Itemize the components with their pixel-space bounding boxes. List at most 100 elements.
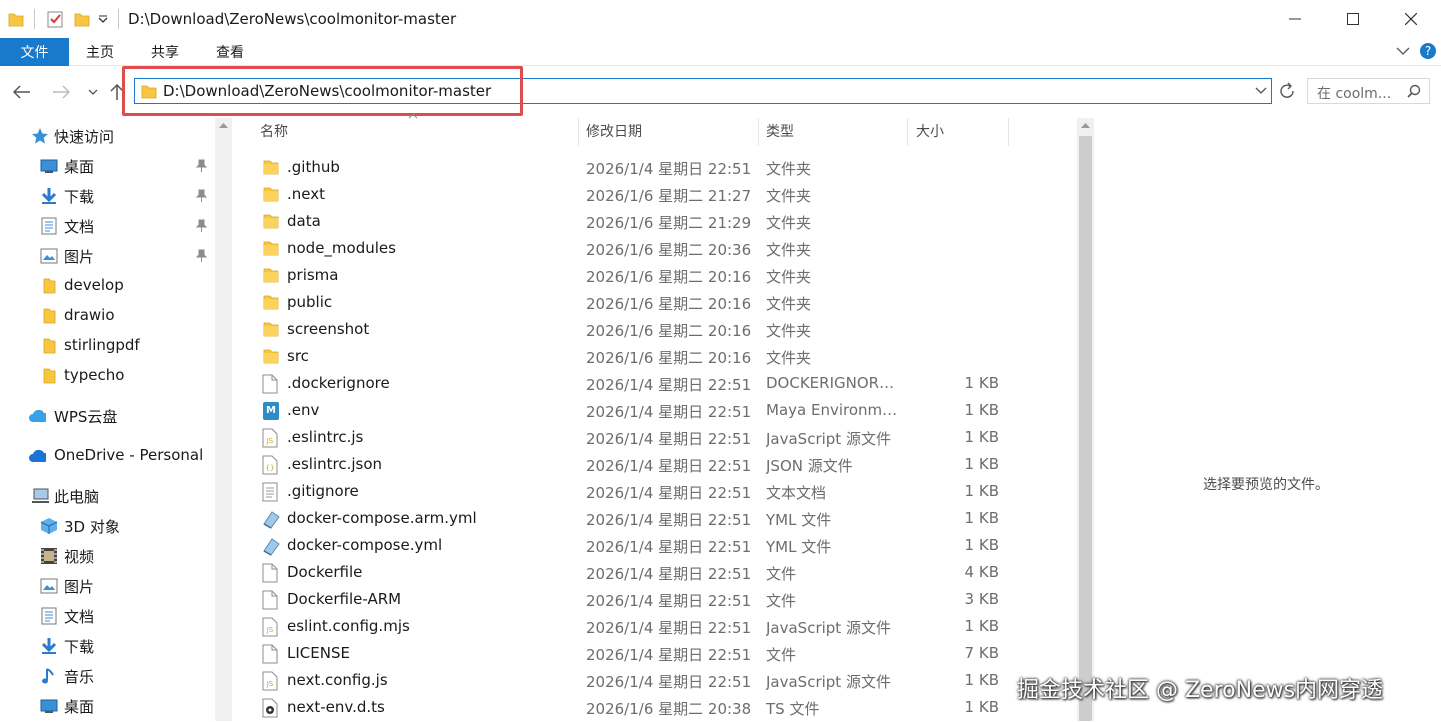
sidebar-item-videos[interactable]: 视频 <box>0 542 215 570</box>
sidebar-item-typecho[interactable]: typecho <box>0 362 215 390</box>
column-divider[interactable] <box>758 118 759 146</box>
file-type: JavaScript 源文件 <box>766 673 891 691</box>
address-highlight-box <box>122 66 523 116</box>
column-divider[interactable] <box>578 118 579 146</box>
file-row[interactable]: src 2026/1/6 星期二 20:16 文件夹 <box>232 343 1077 370</box>
sidebar-item-label: 文档 <box>64 608 95 626</box>
file-date: 2026/1/6 星期二 20:16 <box>586 295 752 313</box>
minimize-button[interactable] <box>1265 0 1325 38</box>
refresh-button[interactable] <box>1276 80 1298 102</box>
file-row[interactable]: public 2026/1/6 星期二 20:16 文件夹 <box>232 289 1077 316</box>
file-type: 文件夹 <box>766 241 812 259</box>
file-row[interactable]: .next 2026/1/6 星期二 21:27 文件夹 <box>232 181 1077 208</box>
file-name: public <box>287 293 333 311</box>
file-row[interactable]: .github 2026/1/4 星期日 22:51 文件夹 <box>232 154 1077 181</box>
file-row[interactable]: M .env 2026/1/4 星期日 22:51 Maya Environme...… <box>232 397 1077 424</box>
sidebar-item-label: 3D 对象 <box>64 518 120 536</box>
chevron-down-icon[interactable] <box>1255 86 1267 96</box>
file-name: Dockerfile <box>287 563 363 581</box>
file-row[interactable]: next-env.d.ts 2026/1/6 星期二 20:38 TS 文件 1 KB <box>232 694 1077 721</box>
file-row[interactable]: .gitignore 2026/1/4 星期日 22:51 文本文档 1 KB <box>232 478 1077 505</box>
sort-arrow-icon <box>408 113 418 119</box>
column-header-date[interactable]: 修改日期 <box>586 118 642 144</box>
pin-icon[interactable] <box>195 219 208 233</box>
file-row[interactable]: docker-compose.yml 2026/1/4 星期日 22:51 YML … <box>232 532 1077 559</box>
file-type: 文件夹 <box>766 214 812 232</box>
file-row[interactable]: JS next.config.js 2026/1/4 星期日 22:51 JavaSc… <box>232 667 1077 694</box>
file-list-scrollbar[interactable] <box>1077 118 1094 721</box>
file-row[interactable]: {} .eslintrc.json 2026/1/4 星期日 22:51 JSON 源… <box>232 451 1077 478</box>
sidebar-scrollbar[interactable] <box>215 118 232 721</box>
file-type: Maya Environme... <box>766 401 902 419</box>
back-button[interactable] <box>11 81 33 103</box>
new-folder-icon[interactable] <box>74 10 90 28</box>
sidebar-item-music[interactable]: 音乐 <box>0 662 215 690</box>
sidebar-item-pictures[interactable]: 图片 <box>0 242 215 270</box>
tab-file[interactable]: 文件 <box>0 38 69 66</box>
file-row[interactable]: .dockerignore 2026/1/4 星期日 22:51 DOCKERIGN… <box>232 370 1077 397</box>
ts-file-icon <box>262 698 280 718</box>
sidebar-item-drawio[interactable]: drawio <box>0 302 215 330</box>
file-row[interactable]: data 2026/1/6 星期二 21:29 文件夹 <box>232 208 1077 235</box>
expand-ribbon-icon[interactable] <box>1396 44 1410 58</box>
maximize-button[interactable] <box>1323 0 1383 38</box>
tab-share[interactable]: 共享 <box>151 38 179 66</box>
scroll-up-icon[interactable] <box>219 122 228 128</box>
scroll-thumb[interactable] <box>1079 136 1092 721</box>
file-row[interactable]: LICENSE 2026/1/4 星期日 22:51 文件 7 KB <box>232 640 1077 667</box>
column-divider[interactable] <box>1008 118 1009 146</box>
sidebar-item-quick-access[interactable]: 快速访问 <box>0 122 215 150</box>
column-header-size[interactable]: 大小 <box>916 118 944 144</box>
file-name: screenshot <box>287 320 370 338</box>
yml-file-icon <box>262 509 280 529</box>
properties-icon[interactable] <box>46 10 64 28</box>
file-row[interactable]: docker-compose.arm.yml 2026/1/4 星期日 22:51… <box>232 505 1077 532</box>
pin-icon[interactable] <box>195 159 208 173</box>
sidebar-item-downloads-pc[interactable]: 下载 <box>0 632 215 660</box>
sidebar-item-label: 此电脑 <box>54 488 100 506</box>
svg-text:JS: JS <box>266 626 274 634</box>
file-name: node_modules <box>287 239 396 257</box>
tab-view[interactable]: 查看 <box>216 38 244 66</box>
sidebar-item-documents-pc[interactable]: 文档 <box>0 602 215 630</box>
file-row[interactable]: Dockerfile-ARM 2026/1/4 星期日 22:51 文件 3 KB <box>232 586 1077 613</box>
svg-text:M: M <box>266 405 276 416</box>
scroll-up-icon[interactable] <box>1081 122 1090 128</box>
recent-locations-button[interactable] <box>82 81 104 103</box>
column-header-type[interactable]: 类型 <box>766 118 794 144</box>
sidebar-item-documents[interactable]: 文档 <box>0 212 215 240</box>
pin-icon[interactable] <box>195 249 208 263</box>
chevron-down-icon <box>88 89 98 95</box>
forward-button[interactable] <box>50 81 72 103</box>
file-row[interactable]: JS eslint.config.mjs 2026/1/4 星期日 22:51 Jav… <box>232 613 1077 640</box>
file-row[interactable]: node_modules 2026/1/6 星期二 20:36 文件夹 <box>232 235 1077 262</box>
column-header-name[interactable]: 名称 <box>260 118 288 144</box>
file-row[interactable]: screenshot 2026/1/6 星期二 20:16 文件夹 <box>232 316 1077 343</box>
file-name: data <box>287 212 321 230</box>
folder-icon <box>262 158 280 178</box>
file-date: 2026/1/4 星期日 22:51 <box>586 430 752 448</box>
sidebar-item-stirlingpdf[interactable]: stirlingpdf <box>0 332 215 360</box>
pin-icon[interactable] <box>195 189 208 203</box>
tab-home[interactable]: 主页 <box>86 38 114 66</box>
search-box[interactable]: 在 coolm... <box>1307 78 1430 104</box>
file-row[interactable]: prisma 2026/1/6 星期二 20:16 文件夹 <box>232 262 1077 289</box>
file-name: src <box>287 347 309 365</box>
sidebar-item-pictures-pc[interactable]: 图片 <box>0 572 215 600</box>
close-button[interactable] <box>1381 0 1441 38</box>
sidebar-item-3d-objects[interactable]: 3D 对象 <box>0 512 215 540</box>
sidebar-item-desktop[interactable]: 桌面 <box>0 152 215 180</box>
chevron-down-icon[interactable] <box>98 10 108 28</box>
file-row[interactable]: Dockerfile 2026/1/4 星期日 22:51 文件 4 KB <box>232 559 1077 586</box>
sidebar-item-downloads[interactable]: 下载 <box>0 182 215 210</box>
folder-icon <box>40 277 58 295</box>
file-row[interactable]: JS .eslintrc.js 2026/1/4 星期日 22:51 JavaScri… <box>232 424 1077 451</box>
sidebar-item-wps-cloud[interactable]: WPS云盘 <box>0 402 215 430</box>
column-divider[interactable] <box>907 118 908 146</box>
file-size: 1 KB <box>964 698 999 716</box>
sidebar-item-desktop-pc[interactable]: 桌面 <box>0 692 215 720</box>
help-icon[interactable]: ? <box>1419 42 1437 60</box>
sidebar-item-develop[interactable]: develop <box>0 272 215 300</box>
sidebar-item-this-pc[interactable]: 此电脑 <box>0 482 215 510</box>
sidebar-item-onedrive[interactable]: OneDrive - Personal <box>0 442 215 470</box>
